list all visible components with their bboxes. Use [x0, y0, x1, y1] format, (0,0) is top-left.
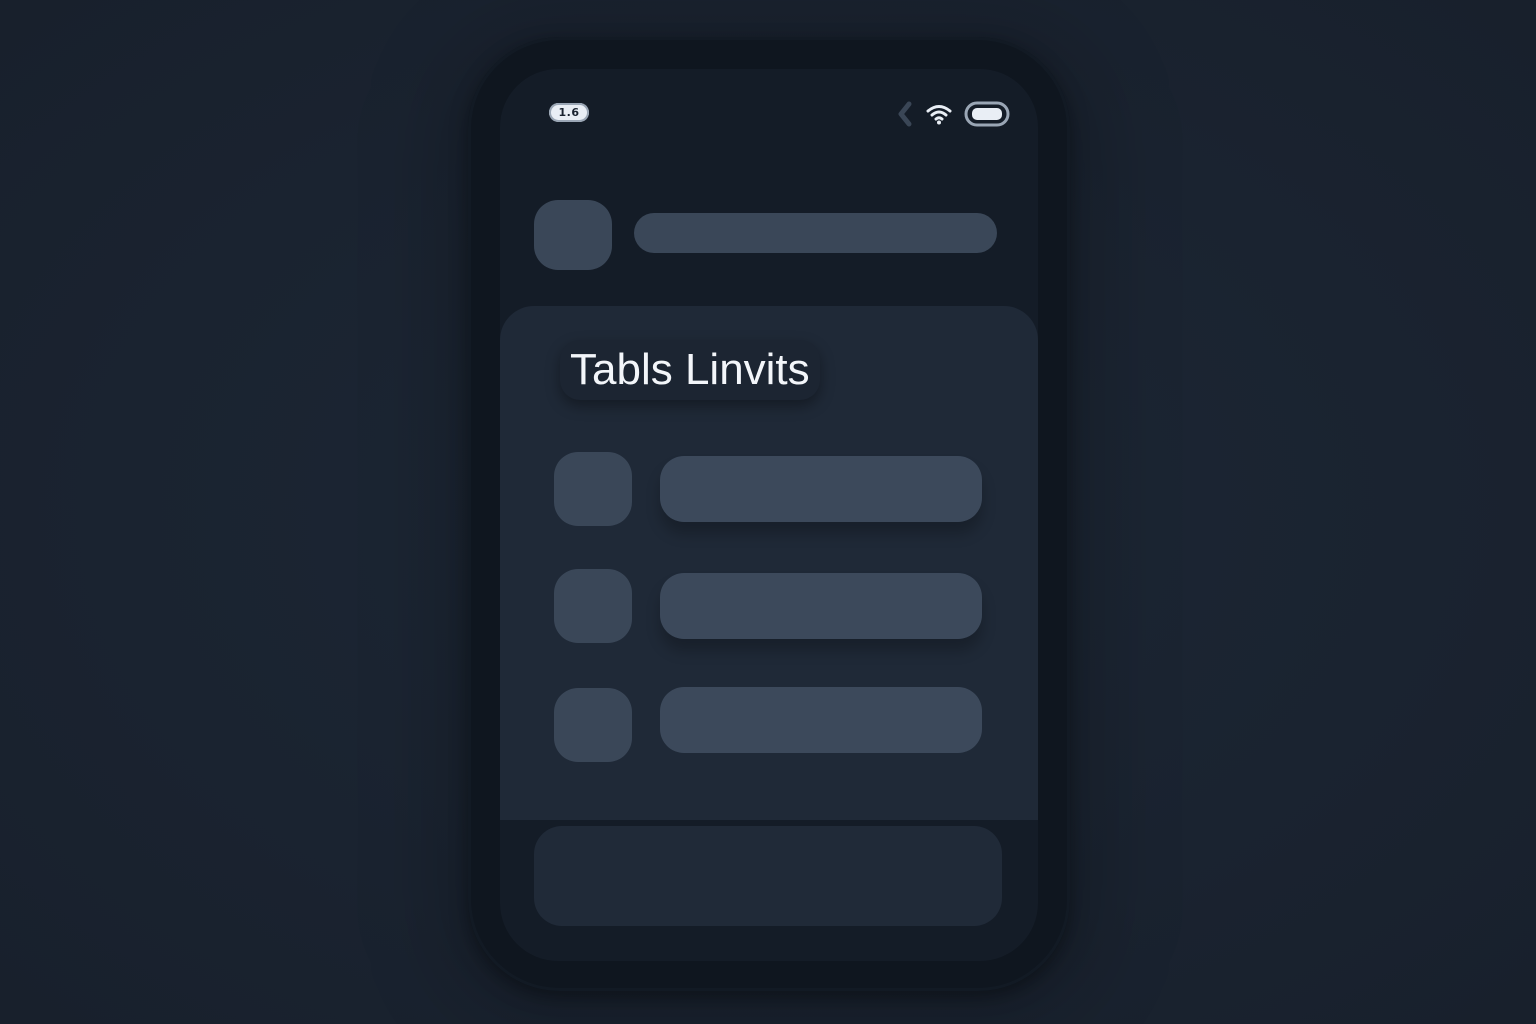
status-icons: [896, 101, 1010, 127]
list-item[interactable]: [500, 452, 1038, 534]
bottom-panel[interactable]: [534, 826, 1002, 926]
list-item-avatar: [554, 452, 632, 526]
list-item[interactable]: [500, 687, 1038, 770]
header-title-placeholder: [634, 213, 997, 253]
list-item[interactable]: [500, 569, 1038, 651]
screen-content: 1.6 Tabls Linvits: [500, 69, 1038, 961]
status-time: 1.6: [549, 103, 589, 122]
wifi-icon: [926, 103, 952, 125]
card-title: Tabls Linvits: [560, 340, 820, 400]
list-item-avatar: [554, 688, 632, 762]
stage: 1.6 Tabls Linvits: [0, 0, 1536, 1024]
header-avatar[interactable]: [534, 200, 612, 270]
list-item-bar: [660, 687, 982, 753]
back-chevron-icon[interactable]: [896, 101, 914, 127]
list-item-avatar: [554, 569, 632, 643]
list-item-bar: [660, 573, 982, 639]
content-card: Tabls Linvits: [500, 306, 1038, 820]
battery-icon: [964, 101, 1010, 127]
list-item-bar: [660, 456, 982, 522]
